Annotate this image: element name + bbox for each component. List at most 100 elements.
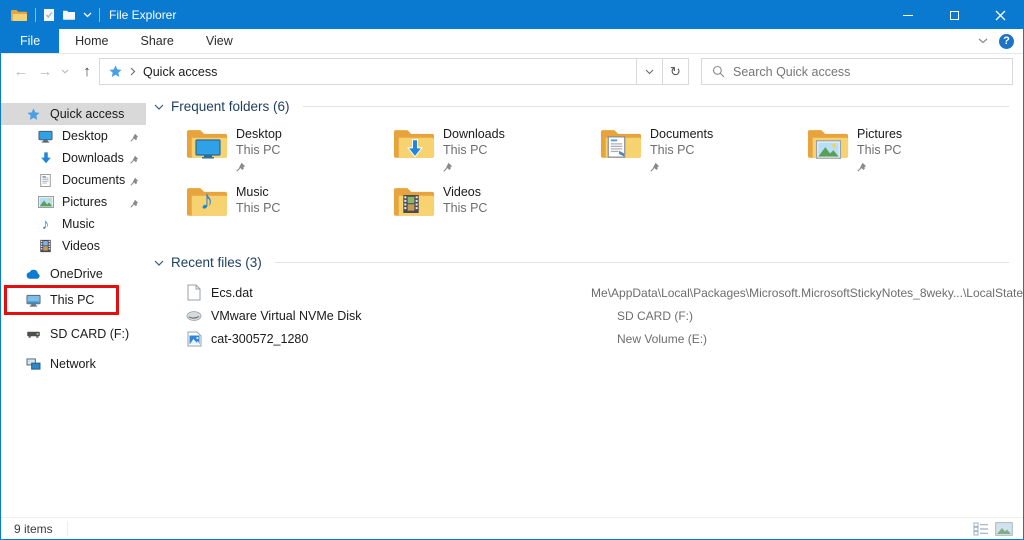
sidebar-item-music[interactable]: ♪ Music xyxy=(1,213,146,235)
folder-tile-pictures[interactable]: Pictures This PC xyxy=(807,125,1014,183)
sidebar-item-label: Music xyxy=(62,217,95,231)
tile-name: Music xyxy=(236,185,269,199)
recent-file-row[interactable]: Ecs.dat Me\AppData\Local\Packages\Micros… xyxy=(146,281,1023,304)
collapse-chevron-icon xyxy=(154,260,164,266)
window-controls xyxy=(885,1,1023,29)
search-box[interactable] xyxy=(701,58,1013,85)
help-icon[interactable]: ? xyxy=(999,33,1014,49)
folder-tile-videos[interactable]: Videos This PC xyxy=(393,183,600,241)
quick-access-toolbar xyxy=(1,8,100,22)
up-button[interactable]: ↑ xyxy=(75,54,99,89)
refresh-button[interactable]: ↻ xyxy=(662,59,688,84)
image-file-icon xyxy=(186,331,202,347)
pin-icon xyxy=(443,161,505,172)
collapse-chevron-icon xyxy=(154,104,164,110)
back-button[interactable]: ← xyxy=(9,54,33,89)
address-dropdown-button[interactable] xyxy=(636,59,662,84)
music-note-overlay-icon: ♪ xyxy=(200,185,214,215)
expand-ribbon-chevron-icon[interactable] xyxy=(978,38,988,44)
pin-icon xyxy=(130,153,139,167)
folder-documents-icon xyxy=(600,125,644,165)
section-divider xyxy=(302,106,1009,107)
maximize-button[interactable] xyxy=(931,1,977,29)
sidebar-item-pictures[interactable]: Pictures xyxy=(1,191,146,213)
tab-view[interactable]: View xyxy=(190,29,249,53)
forward-button[interactable]: → xyxy=(33,54,57,89)
drive-file-icon xyxy=(186,310,202,322)
customize-toolbar-chevron-icon[interactable] xyxy=(83,12,92,18)
items-count: 9 items xyxy=(14,521,53,536)
folder-tile-documents[interactable]: Documents This PC xyxy=(600,125,807,183)
sidebar-item-onedrive[interactable]: OneDrive xyxy=(1,263,146,285)
tab-home[interactable]: Home xyxy=(59,29,124,53)
breadcrumb-location[interactable]: Quick access xyxy=(143,65,217,79)
pin-icon xyxy=(130,197,139,211)
section-title: Frequent folders (6) xyxy=(171,99,290,114)
minimize-button[interactable] xyxy=(885,1,931,29)
drive-icon xyxy=(25,326,42,343)
recent-file-path: New Volume (E:) xyxy=(617,331,708,346)
sidebar-item-network[interactable]: Network xyxy=(1,353,146,375)
sidebar-item-label: SD CARD (F:) xyxy=(50,327,130,341)
tab-share[interactable]: Share xyxy=(125,29,190,53)
sidebar-item-label: Downloads xyxy=(62,151,124,165)
sidebar-item-documents[interactable]: Documents xyxy=(1,169,146,191)
recent-file-name: Ecs.dat xyxy=(211,285,253,300)
videos-icon xyxy=(37,238,54,255)
tile-name: Downloads xyxy=(443,127,505,141)
recent-file-name: VMware Virtual NVMe Disk xyxy=(211,308,362,323)
folder-downloads-icon xyxy=(393,125,437,165)
sidebar-item-videos[interactable]: Videos xyxy=(1,235,146,257)
sidebar-item-downloads[interactable]: Downloads xyxy=(1,147,146,169)
details-view-button[interactable] xyxy=(973,522,989,536)
recent-locations-chevron-icon[interactable] xyxy=(57,54,73,89)
close-button[interactable] xyxy=(977,1,1023,29)
sidebar-item-label: Videos xyxy=(62,239,100,253)
file-icon xyxy=(186,284,202,301)
pin-icon xyxy=(650,161,713,172)
chevron-down-icon xyxy=(645,69,654,74)
tile-location: This PC xyxy=(857,143,902,157)
folder-tile-desktop[interactable]: Desktop This PC xyxy=(186,125,393,183)
folder-tile-downloads[interactable]: Downloads This PC xyxy=(393,125,600,183)
downloads-icon xyxy=(37,150,54,167)
pin-icon xyxy=(236,161,282,172)
search-input[interactable] xyxy=(733,64,983,79)
properties-button[interactable] xyxy=(43,8,55,22)
sidebar-item-desktop[interactable]: Desktop xyxy=(1,125,146,147)
network-icon xyxy=(25,356,42,373)
sidebar-item-label: Desktop xyxy=(62,129,108,143)
tile-location: This PC xyxy=(443,201,488,215)
desktop-icon xyxy=(37,128,54,145)
recent-file-row[interactable]: cat-300572_1280 New Volume (E:) xyxy=(146,327,1023,350)
onedrive-cloud-icon xyxy=(25,266,42,283)
search-icon xyxy=(712,65,725,78)
folder-videos-icon xyxy=(393,183,437,223)
thumbnail-view-button[interactable] xyxy=(995,521,1013,536)
frequent-folders-header[interactable]: Frequent folders (6) xyxy=(146,99,1023,114)
recent-file-row[interactable]: VMware Virtual NVMe Disk SD CARD (F:) xyxy=(146,304,1023,327)
new-folder-button[interactable] xyxy=(62,9,76,21)
desktop-overlay-icon xyxy=(195,139,221,159)
sidebar-item-this-pc[interactable]: This PC xyxy=(1,289,146,311)
music-note-icon: ♪ xyxy=(41,215,50,233)
ribbon-tabs: File Home Share View ? xyxy=(1,29,1023,54)
recent-file-path: SD CARD (F:) xyxy=(617,308,693,323)
file-explorer-window: File Explorer File Home Share View ? ← →… xyxy=(0,0,1024,540)
recent-files-header[interactable]: Recent files (3) xyxy=(146,255,1023,270)
toolbar-separator xyxy=(35,8,36,22)
folder-desktop-icon xyxy=(186,125,230,165)
close-icon xyxy=(995,10,1005,20)
download-arrow-overlay-icon xyxy=(407,139,423,158)
sidebar-item-quick-access[interactable]: Quick access xyxy=(1,103,146,125)
tile-name: Desktop xyxy=(236,127,282,141)
breadcrumb: Quick access xyxy=(100,64,636,79)
folder-tile-music[interactable]: ♪ Music This PC xyxy=(186,183,393,241)
sidebar-item-label: Documents xyxy=(62,173,126,187)
section-divider xyxy=(274,262,1009,263)
frequent-folders-grid: Desktop This PC Downloads This PC Docume… xyxy=(186,125,1014,241)
sidebar-item-label: Network xyxy=(50,357,96,371)
sidebar-item-sd-card[interactable]: SD CARD (F:) xyxy=(1,323,146,345)
tab-file[interactable]: File xyxy=(1,29,60,53)
address-bar[interactable]: Quick access ↻ xyxy=(99,58,689,85)
